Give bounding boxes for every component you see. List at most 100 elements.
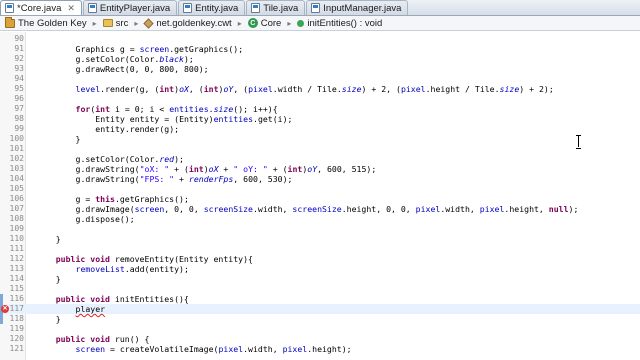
code-line[interactable]: 95 level.render(g, (int)oX, (int)oY, (pix… (0, 84, 640, 94)
line-number: 113 (9, 264, 24, 273)
line-number: 102 (9, 154, 24, 163)
line-number: 118 (9, 314, 24, 323)
code-line[interactable]: 93 g.drawRect(0, 0, 800, 800); (0, 64, 640, 74)
line-number: 99 (14, 124, 24, 133)
line-number: 117 (9, 304, 24, 313)
chevron-right-icon: ▸ (237, 18, 242, 28)
line-number: 104 (9, 174, 24, 183)
code-line[interactable]: 90 (0, 34, 640, 44)
line-number: 91 (14, 44, 24, 53)
tab-label: Entity.java (195, 2, 239, 14)
code-line[interactable]: 109 (0, 224, 640, 234)
line-number: 110 (9, 234, 24, 243)
java-file-icon (87, 3, 97, 13)
line-number: 114 (9, 274, 24, 283)
code-line[interactable]: 111 (0, 244, 640, 254)
tab-label: InputManager.java (323, 2, 402, 14)
code-area[interactable]: 90 91 Graphics g = screen.getGraphics(); 92… (0, 32, 640, 360)
code-text: g.setColor(Color.red); (75, 154, 184, 164)
breadcrumb-method-label: initEntities() : void (307, 17, 383, 29)
java-file-icon (5, 3, 14, 13)
tab-label: EntityPlayer.java (99, 2, 171, 14)
code-line[interactable]: 119 (0, 324, 640, 334)
breadcrumb-class[interactable]: C Core (247, 18, 283, 29)
code-text: g.setColor(Color.black); (75, 54, 194, 64)
code-line[interactable]: 91 Graphics g = screen.getGraphics(); (0, 44, 640, 54)
line-number: 107 (9, 204, 24, 213)
breadcrumb-method[interactable]: initEntities() : void (296, 18, 383, 29)
code-line[interactable]: 107 g.drawImage(screen, 0, 0, screenSize.… (0, 204, 640, 214)
tab-label: Tile.java (263, 2, 299, 14)
code-line[interactable]: 99 entity.render(g); (0, 124, 640, 134)
code-line[interactable]: 115 (0, 284, 640, 294)
line-number: 119 (9, 324, 24, 333)
code-line[interactable]: 101 (0, 144, 640, 154)
line-number: 112 (9, 254, 24, 263)
tab-inputmanager-java[interactable]: InputManager.java (306, 0, 409, 15)
tab-core-java[interactable]: *Core.java ✕ (0, 0, 82, 15)
code-line[interactable]: 121 screen = createVolatileImage(pixel.wi… (0, 344, 640, 354)
breadcrumb: The Golden Key ▸ src ▸ net.goldenkey.cwt… (0, 16, 640, 31)
code-text: Entity entity = (Entity)entities.get(i); (95, 114, 293, 124)
code-line[interactable]: 120 public void run() { (0, 334, 640, 344)
breadcrumb-project[interactable]: The Golden Key (4, 16, 88, 29)
code-editor[interactable]: 90 91 Graphics g = screen.getGraphics(); 92… (0, 32, 640, 360)
code-text: g.drawString("FPS: " + renderFps, 600, 5… (75, 174, 293, 184)
code-text: g.drawString("oX: " + (int)oX + " oY: " … (75, 164, 377, 174)
tab-label: *Core.java (17, 2, 62, 14)
line-number: 121 (9, 344, 24, 353)
close-icon[interactable]: ✕ (67, 3, 75, 13)
code-line[interactable]: 96 (0, 94, 640, 104)
code-text: g.drawImage(screen, 0, 0, screenSize.wid… (75, 204, 579, 214)
code-text: level.render(g, (int)oX, (int)oY, (pixel… (75, 84, 554, 94)
code-line[interactable]: 112 public void removeEntity(Entity entit… (0, 254, 640, 264)
line-number: 109 (9, 224, 24, 233)
line-number: 93 (14, 64, 24, 73)
code-line[interactable]: 113 removeList.add(entity); (0, 264, 640, 274)
code-line[interactable]: 94 (0, 74, 640, 84)
code-line[interactable]: 92 g.setColor(Color.black); (0, 54, 640, 64)
source-folder-icon (102, 19, 113, 27)
chevron-right-icon: ▸ (287, 18, 292, 28)
code-line[interactable]: ✕ 117 player (0, 304, 640, 314)
code-line[interactable]: 108 g.dispose(); (0, 214, 640, 224)
line-number: 96 (14, 94, 24, 103)
code-line[interactable]: 106 g = this.getGraphics(); (0, 194, 640, 204)
code-text: public void initEntities(){ (55, 294, 189, 304)
code-line[interactable]: 98 Entity entity = (Entity)entities.get(i… (0, 114, 640, 124)
java-file-icon (251, 3, 261, 13)
code-line[interactable]: 118} (0, 314, 640, 324)
code-line[interactable]: 110} (0, 234, 640, 244)
code-text: for(int i = 0; i < entities.size(); i++)… (75, 104, 278, 114)
code-line[interactable]: 100} (0, 134, 640, 144)
code-text: public void removeEntity(Entity entity){ (55, 254, 253, 264)
line-number: 100 (9, 134, 24, 143)
code-line[interactable]: 102 g.setColor(Color.red); (0, 154, 640, 164)
text-cursor-icon (576, 135, 582, 149)
code-line[interactable]: 114} (0, 274, 640, 284)
breadcrumb-folder[interactable]: src (102, 18, 130, 29)
line-number: 90 (14, 34, 24, 43)
breadcrumb-package[interactable]: net.goldenkey.cwt (143, 18, 232, 29)
line-number: 98 (14, 114, 24, 123)
code-line[interactable]: 105 (0, 184, 640, 194)
code-line[interactable]: 116 public void initEntities(){ (0, 294, 640, 304)
code-text: } (75, 134, 81, 144)
code-line[interactable]: 103 g.drawString("oX: " + (int)oX + " oY:… (0, 164, 640, 174)
line-number: 111 (9, 244, 24, 253)
tab-tile-java[interactable]: Tile.java (246, 0, 306, 15)
line-number: 106 (9, 194, 24, 203)
tab-entityplayer-java[interactable]: EntityPlayer.java (82, 0, 178, 15)
code-text: entity.render(g); (95, 124, 180, 134)
line-number: 105 (9, 184, 24, 193)
line-number: 94 (14, 74, 24, 83)
code-text: public void run() { (55, 334, 150, 344)
tab-entity-java[interactable]: Entity.java (178, 0, 246, 15)
code-line[interactable]: 104 g.drawString("FPS: " + renderFps, 600… (0, 174, 640, 184)
line-number: 120 (9, 334, 24, 343)
code-text: removeList.add(entity); (75, 264, 189, 274)
code-line[interactable]: 97 for(int i = 0; i < entities.size(); i+… (0, 104, 640, 114)
public-method-icon (297, 19, 305, 27)
code-text: } (55, 274, 61, 284)
line-number: 116 (9, 294, 24, 303)
